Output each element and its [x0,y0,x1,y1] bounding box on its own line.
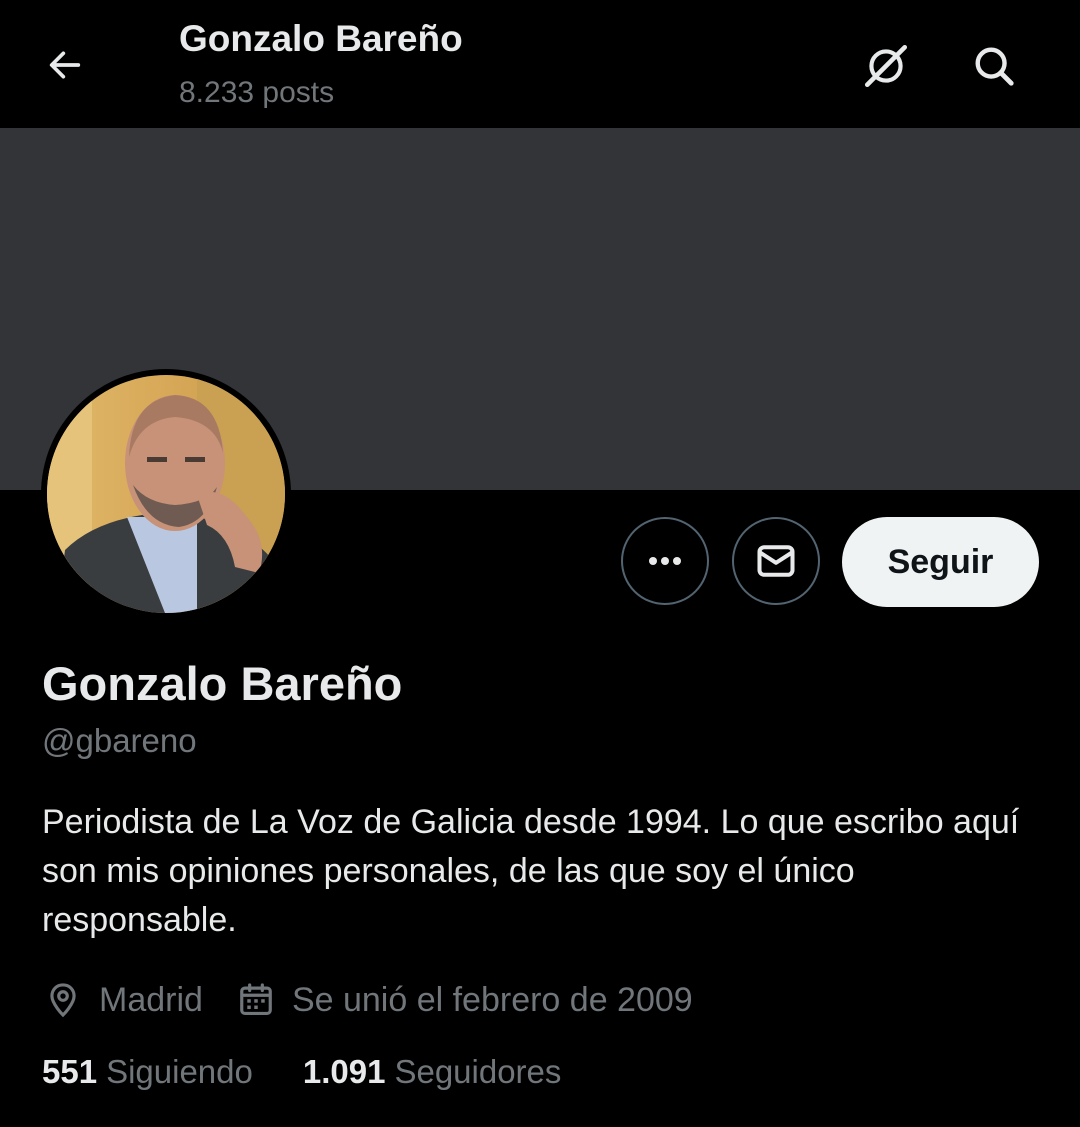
follow-button[interactable]: Seguir [842,517,1039,607]
location-text: Madrid [99,980,203,1019]
envelope-icon [757,545,795,577]
calendar-icon [240,983,272,1016]
arrow-left-icon [49,51,81,79]
following-count: 551 [42,1053,98,1090]
more-options-button[interactable] [621,517,709,605]
followers-label: Seguidores [394,1053,562,1090]
profile-handle: @gbareno [42,722,197,759]
profile-meta: Madrid Se unió el febrero de 2009 [44,972,693,1028]
followers-link[interactable]: 1.091 Seguidores [303,1053,562,1091]
following-link[interactable]: 551 Siguiendo [42,1053,253,1091]
post-count: 8.233 posts [179,76,335,109]
message-button[interactable] [732,517,820,605]
grok-button[interactable] [858,38,914,94]
profile-name: Gonzalo Bareño [42,657,403,710]
avatar-photo-icon [47,375,285,613]
back-button[interactable] [40,40,90,90]
following-label: Siguiendo [106,1053,253,1090]
joined-item: Se unió el febrero de 2009 [237,981,693,1020]
header-title: Gonzalo Bareño [179,18,463,59]
followers-count: 1.091 [302,1053,386,1090]
profile-stats: 551 Siguiendo 1.091 Seguidores [42,1053,561,1091]
location-item: Madrid [44,981,203,1020]
more-icon [649,557,681,565]
avatar-image [47,375,285,613]
joined-text: Se unió el febrero de 2009 [291,980,693,1019]
avatar[interactable] [41,369,291,619]
location-pin-icon [50,983,76,1018]
search-icon [975,47,1014,86]
top-bar: Gonzalo Bareño 8.233 posts [0,0,1080,128]
search-button[interactable] [966,38,1022,94]
grok-icon [864,44,908,88]
profile-bio: Periodista de La Voz de Galicia desde 19… [42,803,1020,939]
